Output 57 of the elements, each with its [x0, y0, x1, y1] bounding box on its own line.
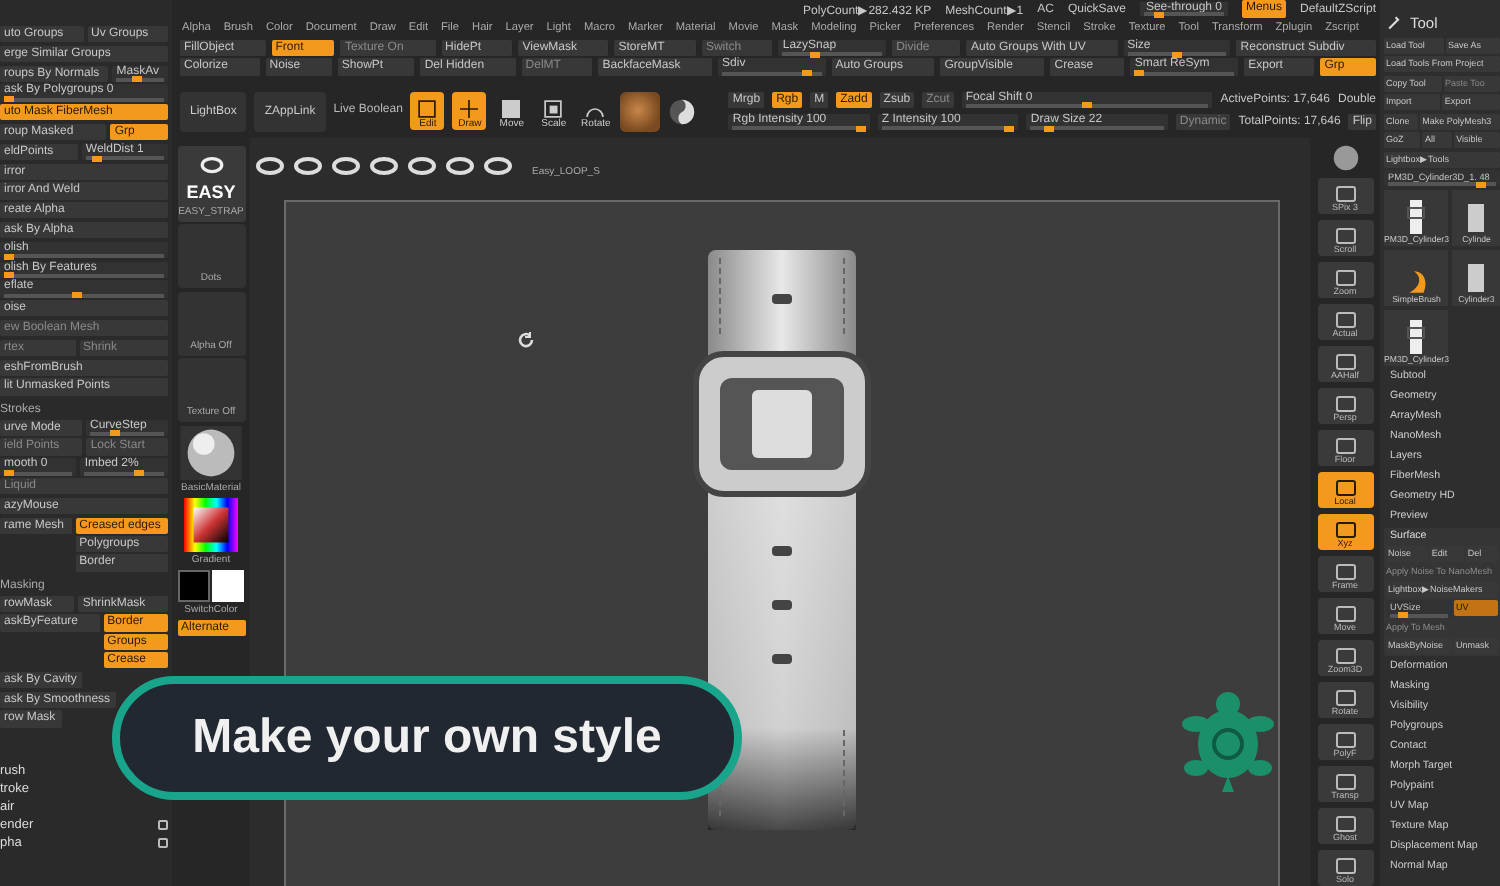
sphere-icon	[668, 97, 697, 126]
square-icon	[502, 99, 521, 118]
rectangle-icon	[1335, 311, 1355, 328]
strap-icon	[1402, 317, 1431, 354]
rectangle-icon	[1335, 773, 1355, 790]
slider-thumb[interactable]	[1476, 181, 1487, 188]
color-picker	[180, 497, 242, 552]
plus-icon	[460, 99, 479, 118]
rectangle-icon	[1335, 353, 1355, 370]
slider-thumb[interactable]	[4, 470, 14, 477]
slider-thumb[interactable]	[1171, 51, 1182, 58]
rotate-cursor-icon	[516, 329, 536, 350]
slider-thumb[interactable]	[71, 292, 82, 299]
rectangle-icon	[1335, 395, 1355, 412]
slider-thumb[interactable]	[1004, 125, 1015, 132]
slider-thumb[interactable]	[802, 70, 813, 77]
slider-thumb[interactable]	[92, 155, 103, 162]
material-swatch[interactable]	[620, 91, 661, 132]
slider-thumb[interactable]	[109, 430, 120, 437]
slider-thumb[interactable]	[4, 272, 14, 279]
rectangle-icon	[1335, 605, 1355, 622]
popout-icon[interactable]	[158, 838, 168, 848]
slider-thumb[interactable]	[4, 96, 14, 103]
bpr-sphere-icon	[1331, 143, 1359, 172]
rectangle-icon	[1335, 857, 1355, 874]
ring-icon	[197, 151, 225, 178]
caption-banner: Make your own style	[112, 676, 742, 800]
slider-thumb[interactable]	[1134, 70, 1145, 77]
strap-icon	[1402, 197, 1431, 234]
rectangle-icon	[1335, 269, 1355, 286]
slider-thumb[interactable]	[1154, 11, 1165, 17]
slider-thumb[interactable]	[1043, 125, 1054, 132]
nested-square-icon	[544, 99, 563, 118]
color-swatch[interactable]	[178, 569, 210, 602]
slider-thumb[interactable]	[4, 253, 14, 260]
rectangle-icon	[1335, 185, 1355, 202]
rectangle-icon	[1335, 731, 1355, 748]
rectangle-icon	[1335, 689, 1355, 706]
brush-icon	[1407, 269, 1426, 294]
brush-title: EASY	[186, 181, 236, 202]
slider-thumb[interactable]	[133, 470, 144, 477]
slider-thumb[interactable]	[1397, 612, 1408, 619]
slider-thumb[interactable]	[809, 51, 820, 58]
popout-icon[interactable]	[158, 820, 168, 830]
rectangle-icon	[1335, 563, 1355, 580]
rectangle-icon	[1335, 437, 1355, 454]
slider-thumb[interactable]	[131, 76, 142, 83]
rectangle-icon	[1335, 815, 1355, 832]
rectangle-icon	[1335, 227, 1355, 244]
rectangle-icon	[1335, 479, 1355, 496]
slider-thumb[interactable]	[855, 125, 866, 132]
slider-thumb[interactable]	[1082, 102, 1093, 109]
color-swatch[interactable]	[212, 569, 244, 602]
brush-icon	[1384, 14, 1404, 30]
rectangle-icon	[1335, 647, 1355, 664]
square-icon	[418, 99, 437, 118]
rectangle-icon	[1335, 521, 1355, 538]
